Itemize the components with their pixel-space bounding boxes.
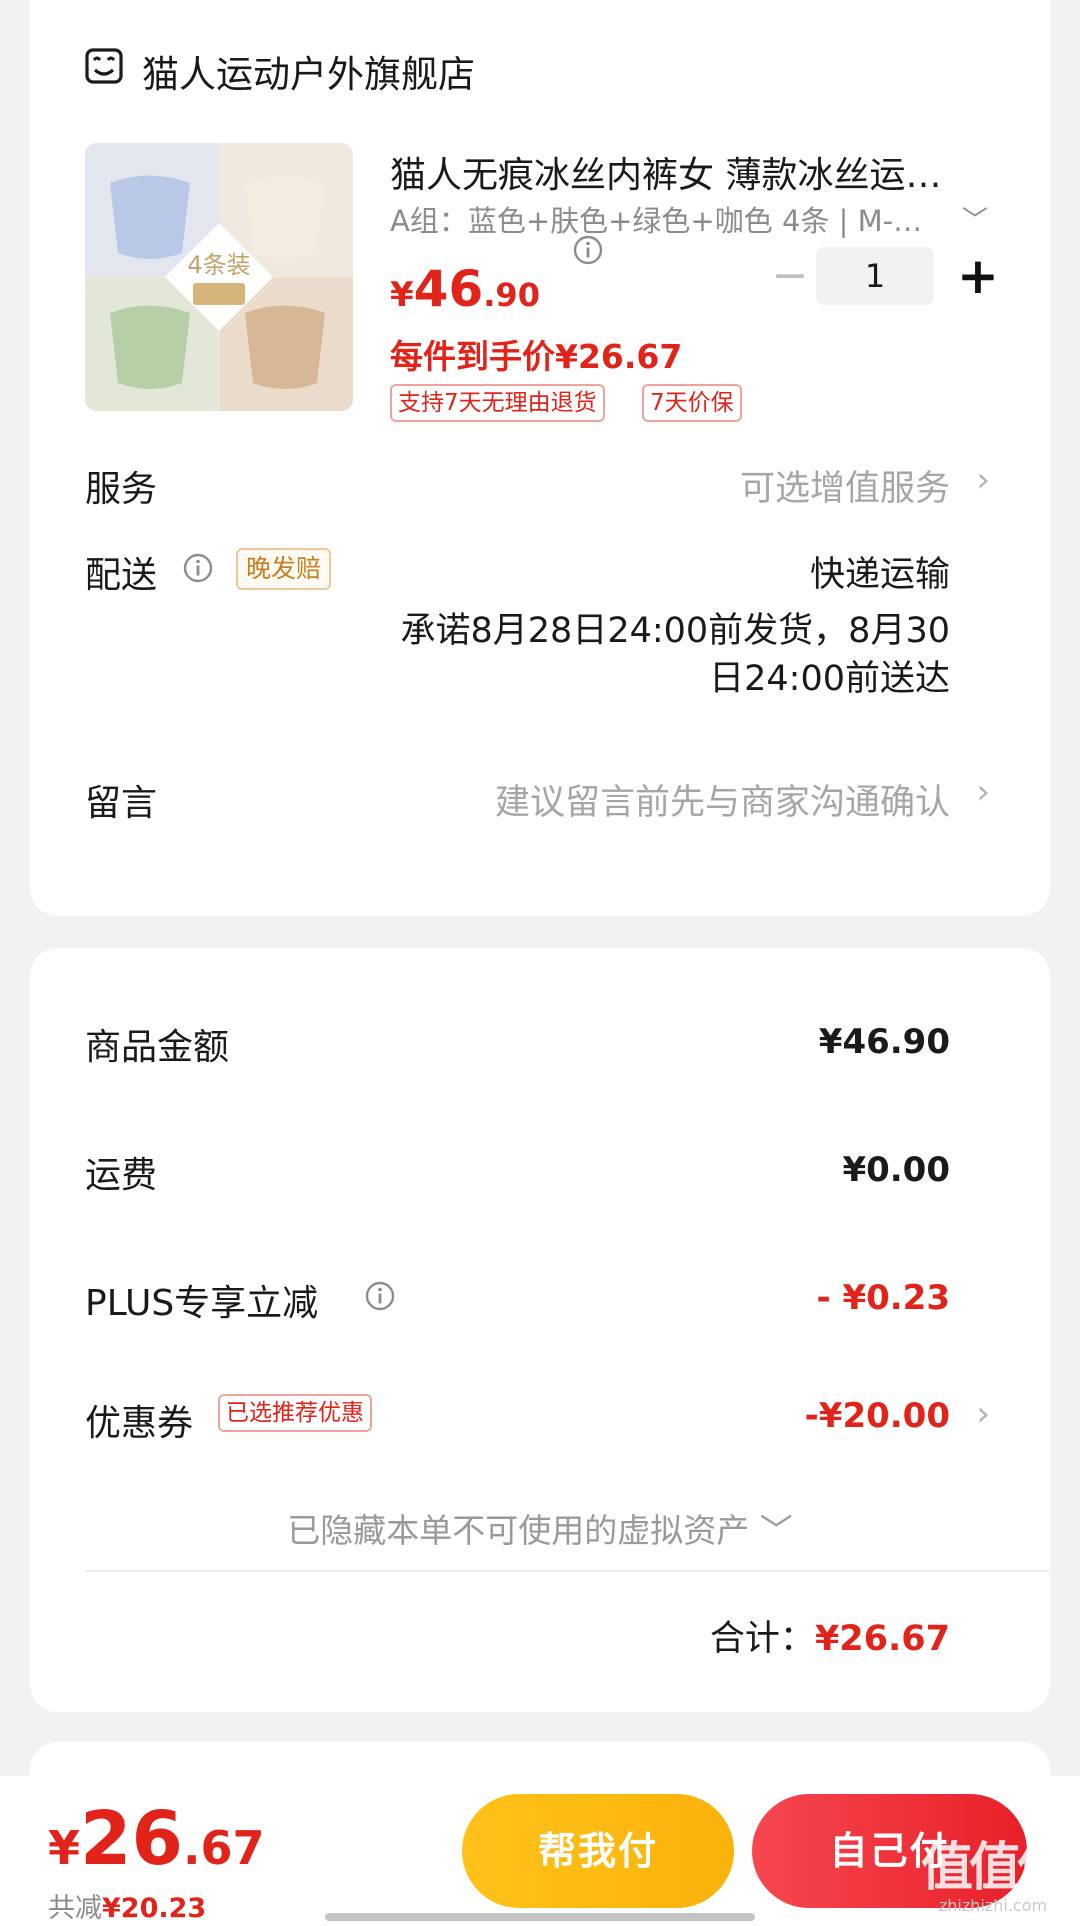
price-integer: 46 xyxy=(413,260,484,318)
product-price: ¥46.90 xyxy=(390,260,540,318)
store-icon xyxy=(85,48,123,84)
home-indicator[interactable] xyxy=(325,1913,755,1921)
price-decimal: .90 xyxy=(483,276,540,314)
plus-discount-label: PLUS专享立减 xyxy=(85,1283,319,1324)
quantity-plus-button[interactable]: + xyxy=(948,248,1008,308)
delivery-label: 配送 xyxy=(85,555,158,596)
store-name[interactable]: 猫人运动户外旗舰店 xyxy=(142,44,475,98)
hidden-assets-toggle[interactable]: 已隐藏本单不可使用的虚拟资产 ﹀ xyxy=(30,1504,1050,1552)
shipping-label: 运费 xyxy=(85,1155,158,1196)
info-icon[interactable] xyxy=(572,234,604,266)
service-label: 服务 xyxy=(85,469,158,510)
coupon-value[interactable]: -¥20.00 xyxy=(805,1396,950,1436)
message-input[interactable]: 建议留言前先与商家沟通确认 xyxy=(495,774,950,825)
goods-amount-label: 商品金额 xyxy=(85,1027,230,1068)
product-title[interactable]: 猫人无痕冰丝内裤女 薄款冰丝运… xyxy=(390,146,990,198)
shipping-value: ¥0.00 xyxy=(842,1150,950,1190)
chevron-right-icon[interactable]: › xyxy=(976,772,990,812)
delivery-promise: 承诺8月28日24:00前发货，8月30 xyxy=(400,611,950,651)
total-saved-value: ¥20.23 xyxy=(102,1893,207,1924)
watermark-logo: 值值值 xyxy=(920,1838,1069,1898)
message-label: 留言 xyxy=(85,783,158,824)
price-currency: ¥ xyxy=(390,275,414,315)
order-card: 猫人运动户外旗舰店 4条装 猫人无痕冰丝内裤女 薄款冰丝运… A组：蓝色+肤色+… xyxy=(30,0,1050,916)
total-label: 合计： xyxy=(709,1619,815,1659)
total-saved: 共减¥20.23 xyxy=(48,1886,206,1925)
checkout-price-decimal: .67 xyxy=(183,1821,265,1875)
watermark-url: zhizhizhi.com xyxy=(938,1896,1048,1915)
total-value: ¥26.67 xyxy=(814,1619,950,1659)
coupon-label: 优惠券 xyxy=(85,1403,194,1444)
quantity-minus-button[interactable]: − xyxy=(760,248,820,308)
coupon-recommended-badge: 已选推荐优惠 xyxy=(218,1394,372,1432)
help-pay-button[interactable]: 帮我付 xyxy=(462,1794,734,1908)
checkout-price-currency: ¥ xyxy=(48,1821,81,1875)
product-thumbnail[interactable]: 4条装 xyxy=(85,143,353,411)
price-summary-card: 商品金额 ¥46.90 运费 ¥0.00 PLUS专享立减 - ¥0.23 优惠… xyxy=(30,948,1050,1712)
service-value[interactable]: 可选增值服务 xyxy=(740,460,950,511)
plus-discount-value: - ¥0.23 xyxy=(816,1278,951,1318)
checkout-price: ¥26.67 xyxy=(48,1796,265,1882)
total-row: 合计：¥26.67 xyxy=(710,1610,950,1661)
info-icon[interactable] xyxy=(364,1280,396,1312)
goods-amount-value: ¥46.90 xyxy=(818,1022,950,1062)
watermark: 值值值 zhizhizhi.com xyxy=(918,1838,1069,1915)
unit-price: 每件到手价¥26.67 xyxy=(390,337,683,376)
product-spec[interactable]: A组：蓝色+肤色+绿色+咖色 4条 | M-… xyxy=(390,198,950,240)
quantity-input[interactable]: 1 xyxy=(816,247,934,305)
chevron-right-icon[interactable]: › xyxy=(976,1394,990,1434)
chevron-down-icon: ﹀ xyxy=(759,1511,793,1550)
chevron-right-icon[interactable]: › xyxy=(976,460,990,500)
late-delivery-badge: 晚发赔 xyxy=(236,548,332,590)
checkout-price-integer: 26 xyxy=(80,1796,183,1882)
info-icon[interactable] xyxy=(182,552,214,584)
divider xyxy=(85,1570,1050,1572)
total-saved-label: 共减 xyxy=(48,1893,102,1924)
price-protect-tag: 7天价保 xyxy=(642,384,742,422)
chevron-down-icon[interactable]: ﹀ xyxy=(962,200,988,237)
hidden-assets-text: 已隐藏本单不可使用的虚拟资产 xyxy=(287,1511,750,1550)
delivery-method[interactable]: 快递运输 xyxy=(810,546,950,597)
delivery-promise-cont: 日24:00前送达 xyxy=(709,659,950,699)
thumbnail-badge-text: 4条装 xyxy=(187,251,250,279)
return-policy-tag: 支持7天无理由退货 xyxy=(390,384,605,422)
